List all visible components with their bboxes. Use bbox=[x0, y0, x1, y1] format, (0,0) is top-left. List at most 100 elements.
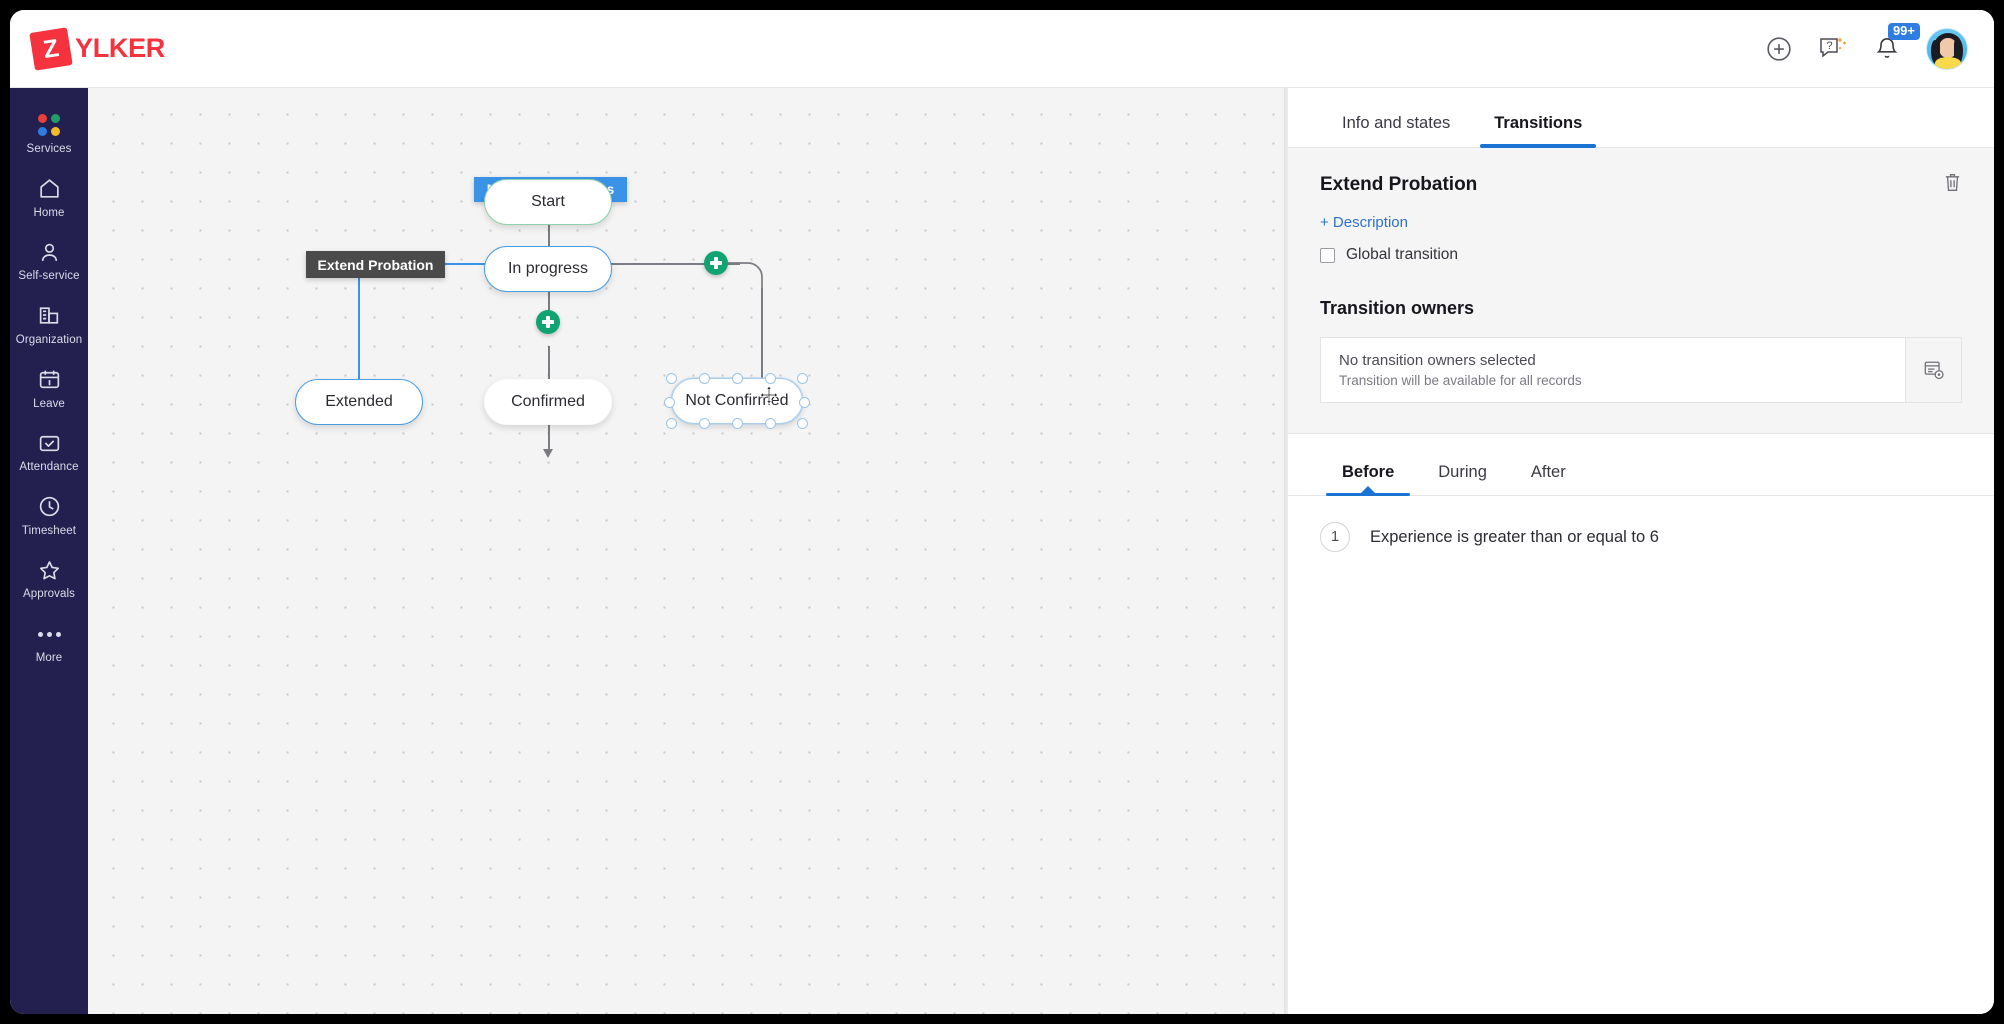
services-dots-icon bbox=[38, 112, 60, 138]
brand-name: YLKER bbox=[75, 33, 165, 64]
help-chat-icon[interactable]: ? bbox=[1818, 35, 1848, 63]
tab-after[interactable]: After bbox=[1509, 463, 1588, 495]
transition-owners-empty-text: No transition owners selected Transition… bbox=[1321, 338, 1905, 402]
sidebar-item-home[interactable]: Home bbox=[10, 166, 88, 228]
resize-handle-n3[interactable] bbox=[765, 373, 776, 384]
add-description-link[interactable]: + Description bbox=[1320, 214, 1408, 231]
home-icon bbox=[37, 176, 62, 202]
global-transition-label: Global transition bbox=[1346, 246, 1458, 264]
sidebar-item-label: Self-service bbox=[18, 270, 79, 283]
top-bar-actions: ? 99+ bbox=[1766, 28, 1968, 70]
organization-icon bbox=[37, 303, 62, 329]
arrowhead-confirmed bbox=[543, 449, 553, 458]
tab-transitions[interactable]: Transitions bbox=[1472, 114, 1604, 147]
sidebar-item-label: Home bbox=[33, 207, 64, 220]
sidebar-item-label: Leave bbox=[33, 398, 65, 411]
list-item[interactable]: 1 Experience is greater than or equal to… bbox=[1320, 522, 1962, 552]
resize-handle-n2[interactable] bbox=[732, 373, 743, 384]
global-transition-row[interactable]: Global transition bbox=[1320, 246, 1962, 264]
node-label: In progress bbox=[508, 260, 588, 278]
node-label: Extended bbox=[325, 393, 393, 411]
notifications-bell-icon[interactable]: 99+ bbox=[1874, 35, 1900, 62]
resize-handle-nw[interactable] bbox=[666, 373, 677, 384]
sidebar-item-services[interactable]: Services bbox=[10, 102, 88, 164]
sidebar-item-organization[interactable]: Organization bbox=[10, 293, 88, 355]
add-icon[interactable] bbox=[1766, 36, 1792, 62]
owners-empty-subtitle: Transition will be available for all rec… bbox=[1339, 373, 1887, 388]
edge-extendprobation-to-extended bbox=[358, 276, 360, 396]
resize-handle-w[interactable] bbox=[664, 397, 675, 408]
resize-handle-se[interactable] bbox=[797, 418, 808, 429]
owners-empty-title: No transition owners selected bbox=[1339, 352, 1887, 369]
tab-label: After bbox=[1531, 463, 1566, 481]
brand-logo[interactable]: Z YLKER bbox=[32, 30, 165, 68]
resize-handle-s2[interactable] bbox=[732, 418, 743, 429]
condition-stage-tabs: Before During After bbox=[1288, 434, 1994, 496]
tab-label: Before bbox=[1342, 463, 1394, 481]
transition-title-row: Extend Probation bbox=[1320, 172, 1962, 198]
transition-details-section: Extend Probation + Description Global tr… bbox=[1288, 148, 1994, 434]
top-bar: Z YLKER ? bbox=[10, 10, 1994, 88]
brand-mark: Z bbox=[29, 27, 72, 70]
resize-handle-s1[interactable] bbox=[699, 418, 710, 429]
edge-to-notconfirmed bbox=[761, 288, 763, 391]
attendance-icon bbox=[37, 430, 62, 456]
ellipsis-icon bbox=[38, 621, 61, 647]
tab-label: Info and states bbox=[1342, 114, 1450, 132]
panel-tabs: Info and states Transitions bbox=[1288, 88, 1994, 148]
sidebar-item-label: Approvals bbox=[23, 588, 75, 601]
edge-corner-right bbox=[728, 251, 768, 291]
node-extended[interactable]: Extended bbox=[295, 379, 423, 425]
avatar[interactable] bbox=[1926, 28, 1968, 70]
user-icon bbox=[37, 239, 62, 265]
sidebar-item-label: Services bbox=[27, 143, 72, 156]
transition-name: Extend Probation bbox=[1320, 174, 1477, 196]
sidebar-item-approvals[interactable]: Approvals bbox=[10, 547, 88, 609]
active-tab-caret-icon bbox=[1361, 486, 1375, 493]
resize-handle-e[interactable] bbox=[799, 397, 810, 408]
record-settings-icon[interactable] bbox=[1905, 338, 1961, 402]
resize-handle-s3[interactable] bbox=[765, 418, 776, 429]
transition-label-extend-probation[interactable]: Extend Probation bbox=[306, 251, 445, 278]
node-label: Confirmed bbox=[511, 393, 585, 411]
sidebar-item-self-service[interactable]: Self-service bbox=[10, 229, 88, 291]
calendar-icon bbox=[37, 367, 62, 393]
tab-info-and-states[interactable]: Info and states bbox=[1320, 114, 1472, 147]
resize-handle-ne[interactable] bbox=[797, 373, 808, 384]
sidebar-item-label: Organization bbox=[16, 334, 82, 347]
add-transition-down-icon[interactable] bbox=[536, 310, 560, 334]
transitions-panel: Info and states Transitions Extend Proba… bbox=[1288, 88, 1994, 1014]
node-label: Start bbox=[531, 193, 565, 211]
resize-handle-sw[interactable] bbox=[666, 418, 677, 429]
global-transition-checkbox[interactable] bbox=[1320, 248, 1335, 263]
tab-during[interactable]: During bbox=[1416, 463, 1509, 495]
app-window: Z YLKER ? bbox=[10, 10, 1994, 1014]
transition-label-text: Extend Probation bbox=[318, 257, 434, 273]
transition-owners-heading: Transition owners bbox=[1320, 298, 1962, 319]
tab-label: Transitions bbox=[1494, 114, 1582, 132]
tab-label: During bbox=[1438, 463, 1487, 481]
sidebar-item-label: More bbox=[36, 652, 63, 665]
condition-index: 1 bbox=[1320, 522, 1350, 552]
node-in-progress[interactable]: In progress bbox=[484, 246, 612, 292]
add-transition-right-icon[interactable] bbox=[704, 251, 728, 275]
sidebar-item-label: Timesheet bbox=[22, 525, 76, 538]
sidebar-item-attendance[interactable]: Attendance bbox=[10, 420, 88, 482]
node-start[interactable]: Start bbox=[484, 179, 612, 225]
clock-icon bbox=[37, 494, 62, 520]
sidebar: Services Home Self-service bbox=[10, 88, 88, 1014]
tab-before[interactable]: Before bbox=[1320, 463, 1416, 495]
star-icon bbox=[37, 557, 62, 583]
node-confirmed[interactable]: Confirmed bbox=[484, 379, 612, 425]
trash-icon[interactable] bbox=[1943, 172, 1962, 198]
node-not-confirmed[interactable]: Not Confirmed bbox=[671, 378, 803, 424]
condition-text: Experience is greater than or equal to 6 bbox=[1370, 528, 1659, 547]
notification-count-badge: 99+ bbox=[1888, 23, 1920, 40]
sidebar-item-timesheet[interactable]: Timesheet bbox=[10, 484, 88, 546]
svg-text:?: ? bbox=[1827, 40, 1833, 52]
sidebar-item-leave[interactable]: Leave bbox=[10, 357, 88, 419]
transition-owners-box: No transition owners selected Transition… bbox=[1320, 337, 1962, 403]
resize-handle-n1[interactable] bbox=[699, 373, 710, 384]
sidebar-item-more[interactable]: More bbox=[10, 611, 88, 673]
workflow-canvas[interactable]: Mark as in progress Extend Probation Sta… bbox=[88, 88, 1288, 1014]
